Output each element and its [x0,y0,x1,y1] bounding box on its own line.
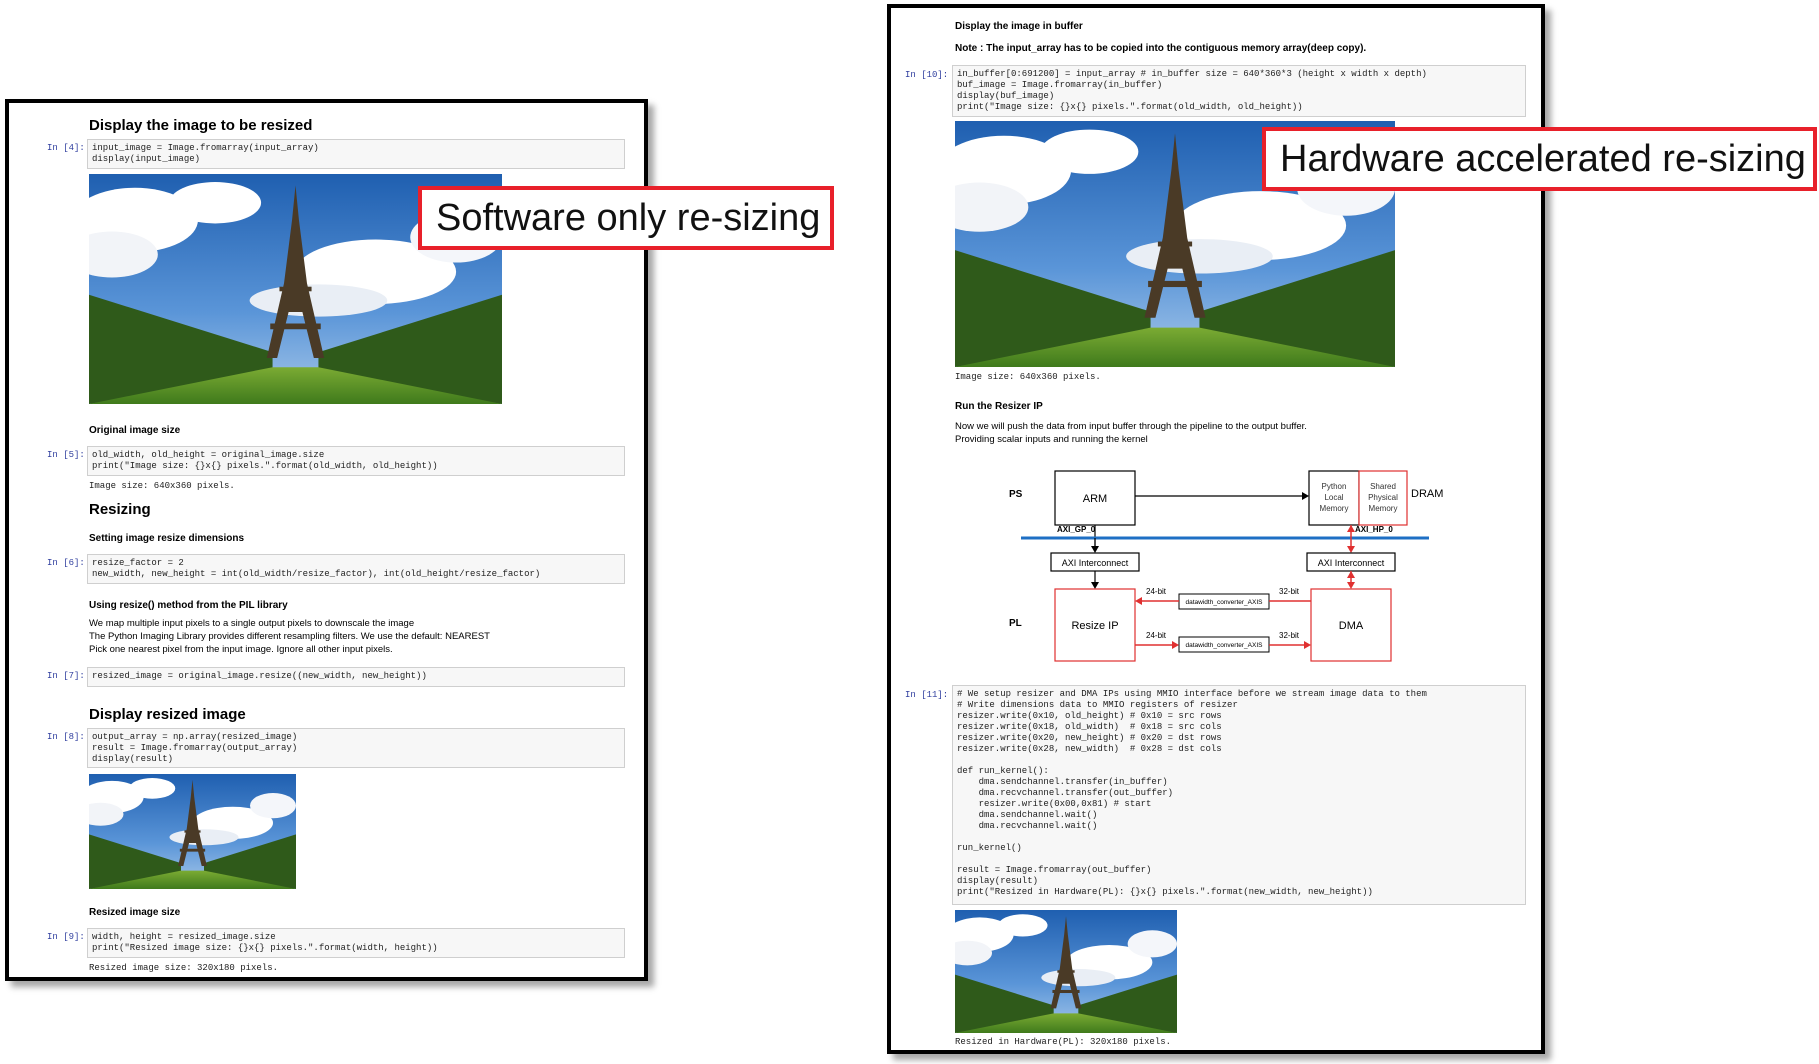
arrowhead [1091,582,1099,589]
prompt-in11: In [11]: [905,690,949,700]
code-cell-10[interactable]: in_buffer[0:691200] = input_array # in_b… [952,65,1526,117]
label-original-size: Original image size [89,425,181,436]
run-line-2: Providing scalar inputs and running the … [955,434,1148,445]
ic2-label: AXI Interconnect [1318,558,1385,568]
code-cell-4[interactable]: input_image = Image.fromarray(input_arra… [87,139,625,169]
dram-label: DRAM [1411,488,1443,500]
label-pil-resize: Using resize() method from the PIL libra… [89,600,288,611]
dma-label: DMA [1339,620,1364,632]
code-cell-9[interactable]: width, height = resized_image.size print… [87,928,625,958]
label-24bit-bottom: 24-bit [1146,631,1167,640]
label-setting-dimensions: Setting image resize dimensions [89,533,245,544]
label-axi-gp0: AXI_GP_0 [1057,525,1096,534]
output-buffer-size: Image size: 640x360 pixels. [955,372,1101,382]
label-display-buffer: Display the image in buffer [955,21,1083,32]
label-axi-hp0: AXI_HP_0 [1355,525,1393,534]
arrowhead [1347,525,1355,532]
pil-line-2: The Python Imaging Library provides diff… [89,631,490,642]
prompt-in6: In [6]: [47,558,85,568]
callout-software-only: Software only re-sizing [418,186,834,250]
code-cell-7[interactable]: resized_image = original_image.resize((n… [87,667,625,687]
heading-resizing: Resizing [89,501,151,518]
arrowhead [1091,546,1099,553]
conv-bottom-label: datawidth_converter_AXIS [1186,642,1264,649]
code-cell-11[interactable]: # We setup resizer and DMA IPs using MMI… [952,685,1526,905]
label-run-resizer: Run the Resizer IP [955,401,1043,412]
code-text: old_width, old_height = original_image.s… [92,450,438,471]
run-description: Now we will push the data from input buf… [955,420,1307,446]
code-cell-8[interactable]: output_array = np.array(resized_image) r… [87,728,625,768]
prompt-in5: In [5]: [47,450,85,460]
eiffel-image-hw-resized [955,910,1177,1033]
callout-hardware-accelerated: Hardware accelerated re-sizing [1262,127,1817,191]
label-pl: PL [1009,618,1022,629]
code-cell-6[interactable]: resize_factor = 2 new_width, new_height … [87,554,625,584]
output-hw-resized-size: Resized in Hardware(PL): 320x180 pixels. [955,1037,1172,1047]
pil-line-3: Pick one nearest pixel from the input im… [89,644,393,655]
spm-line-1: Shared [1370,482,1396,491]
prompt-in9: In [9]: [47,932,85,942]
spm-line-2: Physical [1368,493,1398,502]
prompt-in4: In [4]: [47,143,85,153]
arrowhead [1347,546,1355,553]
code-text: input_image = Image.fromarray(input_arra… [92,143,319,164]
arrowhead [1304,641,1311,649]
arrowhead [1302,492,1309,500]
prompt-in10[interactable]: In [10]: [905,70,948,80]
code-text: output_array = np.array(resized_image) r… [92,732,298,764]
zynq-block-diagram: PS PL ARM Python Local Memory Shared Phy… [1009,470,1443,662]
label-ps: PS [1009,489,1023,500]
arm-label: ARM [1083,493,1107,505]
label-32bit-bottom: 32-bit [1279,631,1300,640]
heading-display-resized: Display resized image [89,706,246,723]
label-resized-size: Resized image size [89,907,181,918]
resize-ip-label: Resize IP [1071,620,1118,632]
pil-description: We map multiple input pixels to a single… [89,617,490,656]
output-image-size: Image size: 640x360 pixels. [89,481,235,491]
code-text: width, height = resized_image.size print… [92,932,438,953]
prompt-in7: In [7]: [47,671,85,681]
plm-line-3: Memory [1320,504,1349,513]
code-text: resize_factor = 2 new_width, new_height … [92,558,541,579]
code-text: resized_image = original_image.resize((n… [92,671,427,681]
run-line-1: Now we will push the data from input buf… [955,421,1307,432]
arrowhead [1347,582,1355,589]
output-resized-size: Resized image size: 320x180 pixels. [89,963,279,973]
plm-line-2: Local [1324,493,1343,502]
code-cell-5[interactable]: old_width, old_height = original_image.s… [87,446,625,476]
spm-line-3: Memory [1369,504,1398,513]
prompt-in8: In [8]: [47,732,85,742]
conv-top-label: datawidth_converter_AXIS [1186,599,1264,606]
eiffel-image-resized [89,774,296,889]
arrowhead [1135,597,1142,605]
code-text: # We setup resizer and DMA IPs using MMI… [957,689,1427,897]
heading-display-image: Display the image to be resized [89,117,313,134]
pil-line-1: We map multiple input pixels to a single… [89,618,415,629]
label-32bit-top: 32-bit [1279,587,1300,596]
arrowhead [1347,571,1355,578]
note-deep-copy: Note : The input_array has to be copied … [955,43,1367,54]
ic1-label: AXI Interconnect [1062,558,1129,568]
label-24bit-top: 24-bit [1146,587,1167,596]
code-text: in_buffer[0:691200] = input_array # in_b… [957,69,1427,112]
plm-line-1: Python [1322,482,1347,491]
arrowhead [1172,641,1179,649]
